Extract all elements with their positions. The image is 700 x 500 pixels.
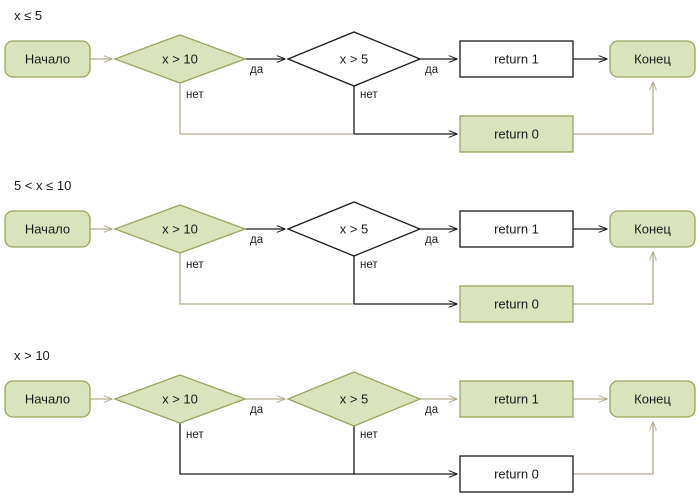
node-return-zero-label: return 0: [494, 466, 539, 481]
node-decision-gt5-label: x > 5: [340, 221, 369, 236]
node-decision-gt5-label: x > 5: [340, 391, 369, 406]
node-start-label: Начало: [25, 51, 70, 66]
node-return-zero-label: return 0: [494, 296, 539, 311]
node-decision-gt10-label: x > 10: [162, 51, 198, 66]
flowchart-row-case-x-le-5: x ≤ 5 да нет да нет Начало x > 10 x > 5 return 1…: [4, 8, 696, 153]
row-case-label: x ≤ 5: [14, 8, 42, 23]
edge-label-decision1-no: нет: [186, 89, 204, 101]
edge-label-decision2-yes: да: [425, 234, 439, 246]
flowchart-canvas: x ≤ 5 да нет да нет Начало x > 10 x > 5 return 1…: [4, 8, 696, 493]
edge-label-decision1-yes: да: [250, 234, 264, 246]
edge-return0-to-end: [573, 82, 653, 135]
edge-label-decision2-no: нет: [360, 429, 378, 441]
edge-label-decision1-yes: да: [250, 404, 264, 416]
edge-label-decision2-yes: да: [425, 404, 439, 416]
node-decision-gt5-label: x > 5: [340, 51, 369, 66]
row-case-label: x > 10: [14, 348, 50, 363]
node-decision-gt10-label: x > 10: [162, 391, 198, 406]
row-case-label: 5 < x ≤ 10: [14, 178, 71, 193]
edge-return0-to-end: [573, 252, 653, 305]
edge-label-decision1-yes: да: [250, 64, 264, 76]
edge-decision1-no-down: [179, 423, 354, 475]
node-return-one-label: return 1: [494, 51, 539, 66]
edge-return0-to-end: [573, 422, 653, 475]
node-end-label: Конец: [634, 221, 671, 236]
node-end-label: Конец: [634, 51, 671, 66]
edge-label-decision2-yes: да: [425, 64, 439, 76]
edge-label-decision1-no: нет: [186, 259, 204, 271]
node-start-label: Начало: [25, 221, 70, 236]
flowchart-row-case-5-lt-x-le-10: 5 < x ≤ 10 да нет да нет Начало x > 10 x > 5 ret…: [4, 178, 696, 323]
edge-decision1-no-down: [179, 253, 354, 305]
edge-label-decision2-no: нет: [360, 259, 378, 271]
flowchart-row-case-x-gt-10: x > 10 да нет да нет Начало x > 10 x > 5 return …: [4, 348, 696, 493]
node-return-one-label: return 1: [494, 391, 539, 406]
edge-label-decision2-no: нет: [360, 89, 378, 101]
node-return-zero-label: return 0: [494, 126, 539, 141]
flowchart-diagram: x ≤ 5 да нет да нет Начало x > 10 x > 5 return 1…: [0, 0, 700, 500]
edge-decision1-no-down: [179, 83, 354, 135]
node-end-label: Конец: [634, 391, 671, 406]
node-return-one-label: return 1: [494, 221, 539, 236]
node-decision-gt10-label: x > 10: [162, 221, 198, 236]
edge-label-decision1-no: нет: [186, 429, 204, 441]
node-start-label: Начало: [25, 391, 70, 406]
